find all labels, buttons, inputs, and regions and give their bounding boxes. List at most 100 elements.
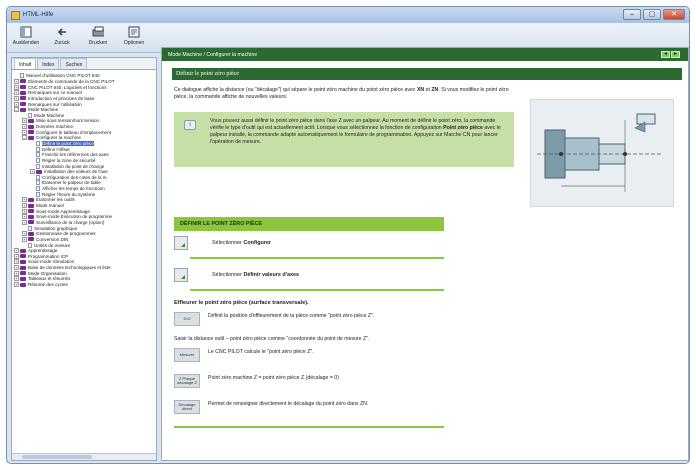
softkey-measure[interactable]: Mesurer — [174, 348, 200, 362]
info-icon: i — [184, 120, 196, 130]
hide-button[interactable]: Ausblenden — [13, 26, 39, 46]
help-app-icon — [11, 10, 20, 20]
expand-icon[interactable]: + — [14, 276, 19, 282]
book-icon — [28, 124, 34, 129]
collapse-icon[interactable]: – — [14, 107, 19, 113]
tree-item-label: Régler la zone de sécurité — [42, 157, 96, 163]
softkey-reset-offset[interactable]: Z Plaque décalage Z — [174, 374, 200, 388]
book-icon — [28, 231, 34, 236]
tree-item-label: Régler l'heure du système — [42, 191, 96, 197]
expand-icon[interactable]: + — [14, 259, 19, 265]
minimize-button[interactable]: – — [623, 9, 641, 20]
expand-icon[interactable]: + — [14, 90, 19, 96]
book-icon — [20, 107, 26, 112]
expand-icon[interactable]: + — [22, 203, 27, 209]
note-box: i Vous pouvez aussi définir le point zér… — [174, 112, 514, 167]
tree-item-label: Mode manuel — [36, 203, 64, 209]
page-icon — [36, 174, 40, 180]
expand-icon[interactable]: + — [14, 248, 19, 254]
step-configure: Sélectionner Configurer — [174, 236, 444, 250]
book-icon — [28, 118, 34, 123]
topic-header: Mode Machine / Configurer la machine ◄ ► — [162, 48, 688, 61]
tree-item-label: CNC PILOT 640, Logiciels et fonctions — [28, 84, 107, 90]
window-title: HTML-Hilfe — [23, 12, 54, 18]
page-icon — [36, 146, 40, 152]
tree-item-label: Données machine — [36, 124, 74, 130]
back-arrow-icon — [56, 26, 68, 38]
book-icon — [20, 276, 26, 281]
close-button[interactable]: ✕ — [663, 9, 685, 20]
tree-item-label: Définir l'offset — [42, 146, 70, 152]
options-icon — [128, 26, 140, 38]
tree-item-label: Configurer la machine — [36, 135, 81, 141]
print-button[interactable]: Drucken — [85, 26, 111, 46]
expand-icon[interactable]: + — [30, 169, 35, 175]
expand-icon[interactable]: + — [14, 84, 19, 90]
page-icon — [36, 163, 40, 169]
book-icon — [20, 271, 26, 276]
softkey-row-z0: Z=0 Définit la position d'effleurement d… — [174, 312, 444, 326]
collapse-icon[interactable]: – — [22, 135, 27, 141]
scrollbar-thumb[interactable] — [22, 455, 92, 459]
expand-icon[interactable]: + — [22, 208, 27, 214]
title-bar: HTML-Hilfe – ▢ ✕ — [7, 7, 689, 23]
tab-index[interactable]: Index — [37, 58, 60, 69]
tree-item-label: Gestionnaire de programmes — [36, 231, 96, 237]
tab-contents[interactable]: Inhalt — [14, 58, 37, 69]
breadcrumb: Mode Machine / Configurer la machine — [168, 51, 258, 58]
tree-item-label: Conversion DIN — [36, 236, 69, 242]
book-icon — [20, 85, 26, 90]
page-icon — [36, 152, 40, 158]
expand-icon[interactable]: + — [22, 129, 27, 135]
section-title: Définir le point zéro pièce — [172, 68, 682, 80]
tree-item-label: Afficher les temps de fonctionn — [42, 186, 105, 192]
next-topic-button[interactable]: ► — [671, 51, 680, 58]
maximize-button[interactable]: ▢ — [643, 9, 661, 20]
book-icon — [20, 96, 26, 101]
workpiece-diagram — [530, 99, 674, 207]
expand-icon[interactable]: + — [22, 231, 27, 237]
expand-icon[interactable]: + — [22, 236, 27, 242]
tab-search[interactable]: Suchen — [60, 58, 88, 69]
tree-item-label: Résumé des cycles — [28, 282, 68, 288]
expand-icon[interactable]: + — [14, 265, 19, 271]
softkey-z0[interactable]: Z=0 — [174, 312, 200, 326]
page-icon — [36, 186, 40, 192]
hide-icon — [20, 26, 32, 38]
book-icon — [28, 214, 34, 219]
page-icon — [28, 225, 32, 231]
expand-icon[interactable]: + — [14, 78, 19, 84]
softkey-define-axes-icon[interactable] — [174, 268, 188, 282]
expand-icon[interactable]: + — [22, 124, 27, 130]
softkey-row-reset-offset: Z Plaque décalage Z Point zéro machine Z … — [174, 374, 444, 388]
expand-icon[interactable]: + — [14, 270, 19, 276]
expand-icon[interactable]: + — [14, 282, 19, 288]
expand-icon[interactable]: + — [14, 253, 19, 259]
options-button[interactable]: Optionen — [121, 26, 147, 46]
softkey-configure-icon[interactable] — [174, 236, 188, 250]
back-button[interactable]: Zurück — [49, 26, 75, 46]
expand-icon[interactable]: + — [22, 118, 27, 124]
topic-pane: Mode Machine / Configurer la machine ◄ ►… — [161, 47, 689, 461]
expand-icon[interactable]: + — [22, 197, 27, 203]
tree-item-label: Mise sous tension/hors tension — [36, 118, 100, 124]
tree-item-label: Simulation graphique — [34, 225, 78, 231]
horizontal-scrollbar[interactable] — [12, 453, 156, 460]
expand-icon[interactable]: + — [22, 219, 27, 225]
lathe-workpiece-illustration — [537, 113, 663, 192]
book-icon — [28, 209, 34, 214]
expand-icon[interactable]: + — [22, 214, 27, 220]
tree-item[interactable]: + Résumé des cycles — [14, 282, 154, 288]
contents-tree: Manuel d'utilisation CNC PILOT 640 + Eléme… — [12, 70, 156, 454]
expand-icon[interactable]: + — [14, 95, 19, 101]
prev-topic-button[interactable]: ◄ — [661, 51, 670, 58]
help-window: HTML-Hilfe – ▢ ✕ Ausblenden Zurück Druck… — [6, 6, 690, 464]
book-icon — [20, 102, 26, 107]
expand-icon[interactable]: + — [14, 101, 19, 107]
navigation-pane: Inhalt Index Suchen Manuel d'utilisation… — [11, 57, 157, 461]
tree-item-label: Remarques sur l'utilisation — [28, 101, 82, 107]
topic-body: Définir le point zéro pièce Ce dialogue … — [172, 68, 682, 428]
softkey-direct-offset[interactable]: Décalage direct — [174, 400, 200, 414]
page-icon — [28, 242, 32, 248]
nav-tabs: Inhalt Index Suchen — [12, 58, 156, 70]
